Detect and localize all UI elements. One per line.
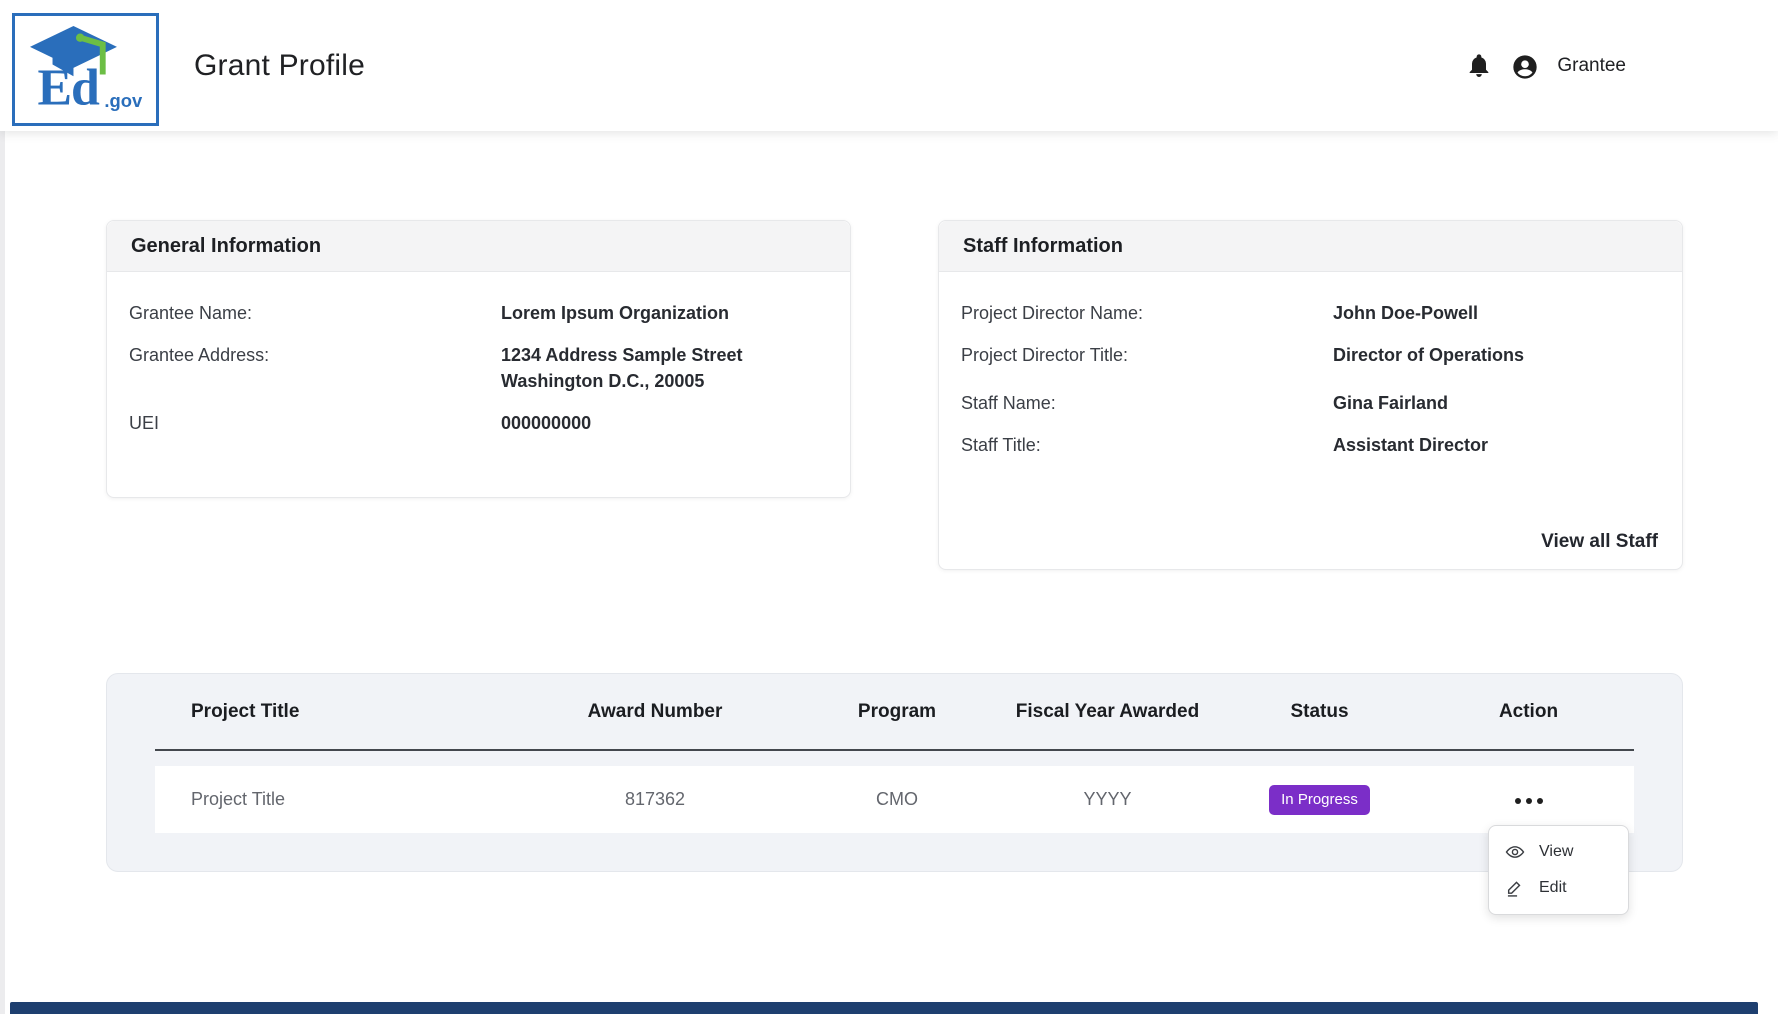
project-director-name-row: Project Director Name: John Doe-Powell	[961, 300, 1658, 326]
table-row: Project Title 817362 CMO YYYY In Progres…	[155, 766, 1634, 833]
top-header: E d .gov Grant Profile Grantee	[0, 0, 1778, 131]
action-menu: View Edit	[1488, 825, 1629, 915]
left-edge-line	[0, 131, 5, 1014]
project-title-cell: Project Title	[155, 789, 515, 810]
uei-row: UEI 000000000	[129, 410, 826, 436]
general-information-card: General Information Grantee Name: Lorem …	[106, 220, 851, 498]
fiscal-year-cell: YYYY	[999, 789, 1216, 810]
ed-gov-logo-icon: E d .gov	[26, 21, 146, 118]
grantee-name-row: Grantee Name: Lorem Ipsum Organization	[129, 300, 826, 326]
column-header-award-number: Award Number	[515, 701, 795, 723]
uei-label: UEI	[129, 410, 501, 436]
view-all-staff-link[interactable]: View all Staff	[1541, 529, 1658, 555]
award-number-cell: 817362	[515, 789, 795, 810]
grantee-name-label: Grantee Name:	[129, 300, 501, 326]
svg-text:.gov: .gov	[104, 90, 143, 111]
more-horizontal-icon	[1515, 798, 1521, 804]
grant-profile-page: E d .gov Grant Profile Grantee General	[0, 0, 1778, 1014]
general-information-title: General Information	[107, 221, 850, 272]
grantee-address-label: Grantee Address:	[129, 342, 501, 394]
ed-gov-logo[interactable]: E d .gov	[12, 13, 159, 126]
svg-text:E: E	[37, 60, 72, 113]
project-director-title-value: Director of Operations	[1333, 342, 1524, 368]
project-director-name-label: Project Director Name:	[961, 300, 1333, 326]
program-cell: CMO	[795, 789, 999, 810]
page-title: Grant Profile	[194, 0, 365, 131]
grantee-address-row: Grantee Address: 1234 Address Sample Str…	[129, 342, 826, 394]
menu-item-edit-label: Edit	[1539, 879, 1567, 897]
staff-name-value: Gina Fairland	[1333, 390, 1448, 416]
column-header-program: Program	[795, 701, 999, 723]
staff-information-card: Staff Information Project Director Name:…	[938, 220, 1683, 570]
menu-item-view-label: View	[1539, 843, 1573, 861]
eye-icon	[1505, 842, 1525, 862]
pencil-icon	[1505, 878, 1525, 898]
uei-value: 000000000	[501, 410, 591, 436]
staff-name-row: Staff Name: Gina Fairland	[961, 390, 1658, 416]
menu-item-view[interactable]: View	[1489, 834, 1628, 870]
table-header-row: Project Title Award Number Program Fisca…	[155, 674, 1634, 751]
status-badge: In Progress	[1269, 785, 1370, 815]
column-header-fiscal-year: Fiscal Year Awarded	[999, 701, 1216, 723]
header-actions: Grantee	[1465, 0, 1626, 131]
more-actions-button[interactable]	[1509, 790, 1549, 812]
notifications-bell-icon[interactable]	[1465, 52, 1493, 80]
column-header-project-title: Project Title	[155, 701, 515, 723]
staff-information-title: Staff Information	[939, 221, 1682, 272]
column-header-action: Action	[1423, 701, 1634, 723]
staff-title-row: Staff Title: Assistant Director	[961, 432, 1658, 458]
user-avatar-icon[interactable]	[1511, 52, 1539, 80]
project-director-title-row: Project Director Title: Director of Oper…	[961, 342, 1658, 368]
grantee-name-value: Lorem Ipsum Organization	[501, 300, 729, 326]
status-cell: In Progress	[1216, 785, 1423, 815]
grantee-address-value: 1234 Address Sample Street Washington D.…	[501, 342, 742, 394]
svg-text:d: d	[70, 60, 99, 113]
user-role-label: Grantee	[1557, 55, 1626, 77]
project-director-name-value: John Doe-Powell	[1333, 300, 1478, 326]
staff-name-label: Staff Name:	[961, 390, 1333, 416]
menu-item-edit[interactable]: Edit	[1489, 870, 1628, 906]
footer-bar	[10, 1002, 1758, 1014]
staff-title-label: Staff Title:	[961, 432, 1333, 458]
staff-title-value: Assistant Director	[1333, 432, 1488, 458]
action-cell	[1423, 788, 1634, 812]
column-header-status: Status	[1216, 701, 1423, 723]
projects-table-card: Project Title Award Number Program Fisca…	[106, 673, 1683, 872]
project-director-title-label: Project Director Title:	[961, 342, 1333, 368]
